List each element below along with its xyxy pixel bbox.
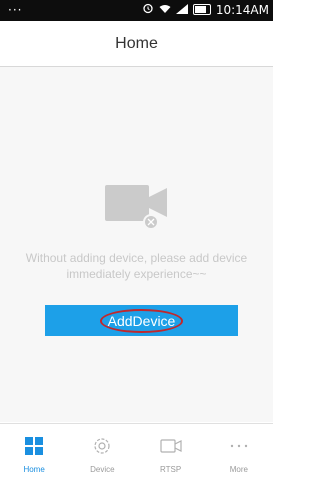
home-grid-icon [22, 434, 46, 458]
add-device-button[interactable]: AddDevice [45, 305, 238, 336]
add-device-label: AddDevice [99, 308, 184, 333]
signal-icon [175, 3, 188, 17]
tab-device-label: Device [90, 465, 115, 474]
tab-more-label: More [229, 465, 248, 474]
status-right: 10:14AM [142, 2, 269, 17]
status-bar: ··· 10:14AM [0, 0, 273, 21]
more-dots-icon [227, 434, 251, 458]
gear-icon [90, 434, 114, 458]
notification-icons: ··· [8, 3, 23, 17]
home-content: Without adding device, please add device… [0, 67, 273, 422]
empty-state-message: Without adding device, please add device… [25, 251, 248, 281]
video-camera-off-icon [105, 179, 171, 236]
tab-device[interactable]: Device [68, 424, 136, 491]
video-camera-icon [159, 434, 183, 458]
tab-more[interactable]: More [205, 424, 273, 491]
battery-icon [192, 4, 211, 15]
tab-home-label: Home [23, 465, 45, 474]
tab-rtsp-label: RTSP [160, 465, 182, 474]
alarm-icon [142, 2, 154, 17]
wifi-icon [159, 3, 171, 17]
top-bar: Home [0, 21, 273, 67]
tab-rtsp[interactable]: RTSP [137, 424, 205, 491]
status-time: 10:14AM [215, 2, 269, 17]
tab-home[interactable]: Home [0, 424, 68, 491]
bottom-tab-bar: Home Device RTSP More [0, 423, 273, 491]
page-title: Home [115, 34, 158, 52]
